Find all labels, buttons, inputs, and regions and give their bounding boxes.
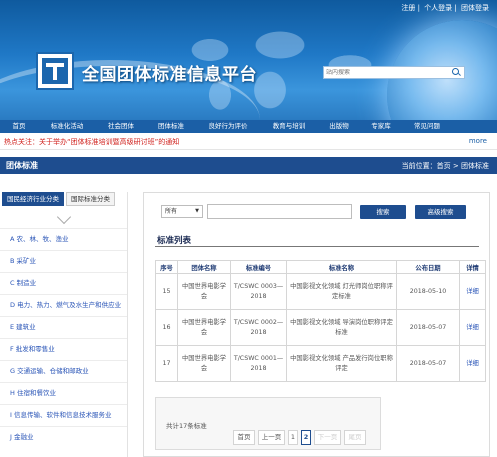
notice-bar: 热点关注： 关于举办“团体标准培训暨高级研讨班”的通知 more [0, 133, 497, 150]
category-item[interactable]: F 批发和零售业 [0, 338, 127, 360]
category-item[interactable]: J 金融业 [0, 426, 127, 448]
site-search-input[interactable] [324, 69, 449, 76]
col-header: 标准编号 [230, 260, 287, 274]
list-divider [155, 246, 479, 247]
keyword-input[interactable] [207, 204, 352, 219]
site-banner: 注册 | 个人登录 | 团体登录 全国团体标准信息平台 [0, 0, 497, 120]
page-2-button[interactable]: 2 [301, 430, 311, 445]
row-detail-cell: 详细 [459, 273, 486, 310]
nav-item-evaluation[interactable]: 良好行为评价 [196, 120, 260, 133]
table-row: 17 中国世界电影学会 T/CSWC 0001—2018 中国影视文化领域 产品… [155, 345, 486, 382]
group-login-link[interactable]: 团体登录 [461, 4, 489, 12]
section-header: 团体标准 当前位置：首页 > 团体标准 [0, 157, 497, 174]
first-page-button[interactable]: 首页 [233, 430, 255, 445]
col-header: 公布日期 [396, 260, 460, 274]
col-header: 详情 [459, 260, 486, 274]
row-code: T/CSWC 0001—2018 [230, 345, 287, 382]
category-item[interactable]: D 电力、热力、燃气及水生产和供应业 [0, 294, 127, 316]
chevron-down-icon [56, 209, 72, 225]
nav-item-publications[interactable]: 出版物 [318, 120, 360, 133]
top-links: 注册 | 个人登录 | 团体登录 [401, 4, 489, 12]
nav-item-experts[interactable]: 专家库 [360, 120, 402, 133]
register-link[interactable]: 注册 [401, 4, 415, 12]
category-item[interactable]: B 采矿业 [0, 250, 127, 272]
section-title: 团体标准 [6, 161, 38, 170]
last-page-button[interactable]: 尾页 [344, 430, 366, 445]
standards-panel: 所有 ▼ 搜索 高级搜索 标准列表 序号 团体名称 标准编号 标准名称 公布日期… [143, 192, 490, 457]
pagination-total: 共计17条标准 [166, 422, 207, 430]
row-date: 2018-05-10 [396, 273, 460, 310]
row-name: 中国影视文化领域 灯光师岗位职称评定标准 [286, 273, 397, 310]
detail-link[interactable]: 详细 [466, 324, 479, 331]
detail-link[interactable]: 详细 [466, 288, 479, 295]
table-row: 15 中国世界电影学会 T/CSWC 0003—2018 中国影视文化领域 灯光… [155, 273, 486, 310]
category-item[interactable]: G 交通运输、仓储和邮政业 [0, 360, 127, 382]
category-sidebar: 国民经济行业分类 国际标准分类 A 农、林、牧、渔业 B 采矿业 C 制造业 D… [0, 192, 127, 457]
next-page-button[interactable]: 下一页 [314, 430, 341, 445]
tab-industry-classification[interactable]: 国民经济行业分类 [2, 192, 64, 206]
table-row: 16 中国世界电影学会 T/CSWC 0002—2018 中国影视文化领域 导演… [155, 309, 486, 346]
row-org: 中国世界电影学会 [177, 309, 231, 346]
row-no: 16 [155, 309, 178, 346]
detail-link[interactable]: 详细 [466, 360, 479, 367]
logo-t-icon [42, 58, 68, 84]
nav-item-activities[interactable]: 标准化活动 [38, 120, 96, 133]
col-header: 标准名称 [286, 260, 397, 274]
prev-page-button[interactable]: 上一页 [258, 430, 285, 445]
page-1-button[interactable]: 1 [288, 430, 298, 445]
row-detail-cell: 详细 [459, 345, 486, 382]
row-name: 中国影视文化领域 产品发行岗位职称评定 [286, 345, 397, 382]
row-org: 中国世界电影学会 [177, 273, 231, 310]
category-item[interactable]: C 制造业 [0, 272, 127, 294]
row-org: 中国世界电影学会 [177, 345, 231, 382]
row-code: T/CSWC 0003—2018 [230, 273, 287, 310]
site-logo[interactable] [36, 52, 74, 90]
sidebar-divider [127, 192, 128, 457]
row-name: 中国影视文化领域 导演岗位职称评定标准 [286, 309, 397, 346]
nav-item-home[interactable]: 首页 [0, 120, 38, 133]
category-item[interactable]: I 信息传输、软件和信息技术服务业 [0, 404, 127, 426]
category-list: A 农、林、牧、渔业 B 采矿业 C 制造业 D 电力、热力、燃气及水生产和供应… [0, 228, 127, 448]
row-date: 2018-05-07 [396, 345, 460, 382]
caret-down-icon: ▼ [195, 208, 199, 214]
category-tabs: 国民经济行业分类 国际标准分类 [2, 192, 115, 206]
tab-ics-classification[interactable]: 国际标准分类 [66, 192, 115, 206]
table-header-row: 序号 团体名称 标准编号 标准名称 公布日期 详情 [155, 260, 486, 274]
category-item[interactable]: A 农、林、牧、渔业 [0, 228, 127, 250]
main-nav: 首页 标准化活动 社会团体 团体标准 良好行为评价 教育与培训 出版物 专家库 … [0, 120, 497, 133]
col-header: 序号 [155, 260, 178, 274]
col-header: 团体名称 [177, 260, 231, 274]
nav-item-standards[interactable]: 团体标准 [146, 120, 196, 133]
row-date: 2018-05-07 [396, 309, 460, 346]
scope-select-value: 所有 [165, 208, 178, 215]
notice-link[interactable]: 关于举办“团体标准培训暨高级研讨班”的通知 [39, 137, 179, 147]
category-item[interactable]: H 住宿和餐饮业 [0, 382, 127, 404]
site-search-box [323, 66, 465, 79]
notice-label: 热点关注： [4, 138, 39, 146]
category-item[interactable]: E 建筑业 [0, 316, 127, 338]
site-title: 全国团体标准信息平台 [82, 65, 257, 85]
more-link[interactable]: more [469, 137, 487, 145]
standards-table: 序号 团体名称 标准编号 标准名称 公布日期 详情 15 中国世界电影学会 T/… [155, 260, 486, 382]
row-code: T/CSWC 0002—2018 [230, 309, 287, 346]
search-icon[interactable] [449, 67, 463, 78]
pagination: 共计17条标准 首页 上一页 1 2 下一页 尾页 [155, 397, 381, 450]
breadcrumb: 当前位置：首页 > 团体标准 [401, 162, 489, 170]
scope-select[interactable]: 所有 ▼ [161, 205, 203, 218]
advanced-search-button[interactable]: 高级搜索 [415, 205, 466, 219]
nav-item-training[interactable]: 教育与培训 [260, 120, 318, 133]
row-no: 15 [155, 273, 178, 310]
search-button[interactable]: 搜索 [360, 205, 406, 219]
nav-item-organizations[interactable]: 社会团体 [96, 120, 146, 133]
row-no: 17 [155, 345, 178, 382]
personal-login-link[interactable]: 个人登录 [424, 4, 452, 12]
row-detail-cell: 详细 [459, 309, 486, 346]
nav-item-faq[interactable]: 常见问题 [402, 120, 452, 133]
list-title: 标准列表 [157, 236, 192, 246]
